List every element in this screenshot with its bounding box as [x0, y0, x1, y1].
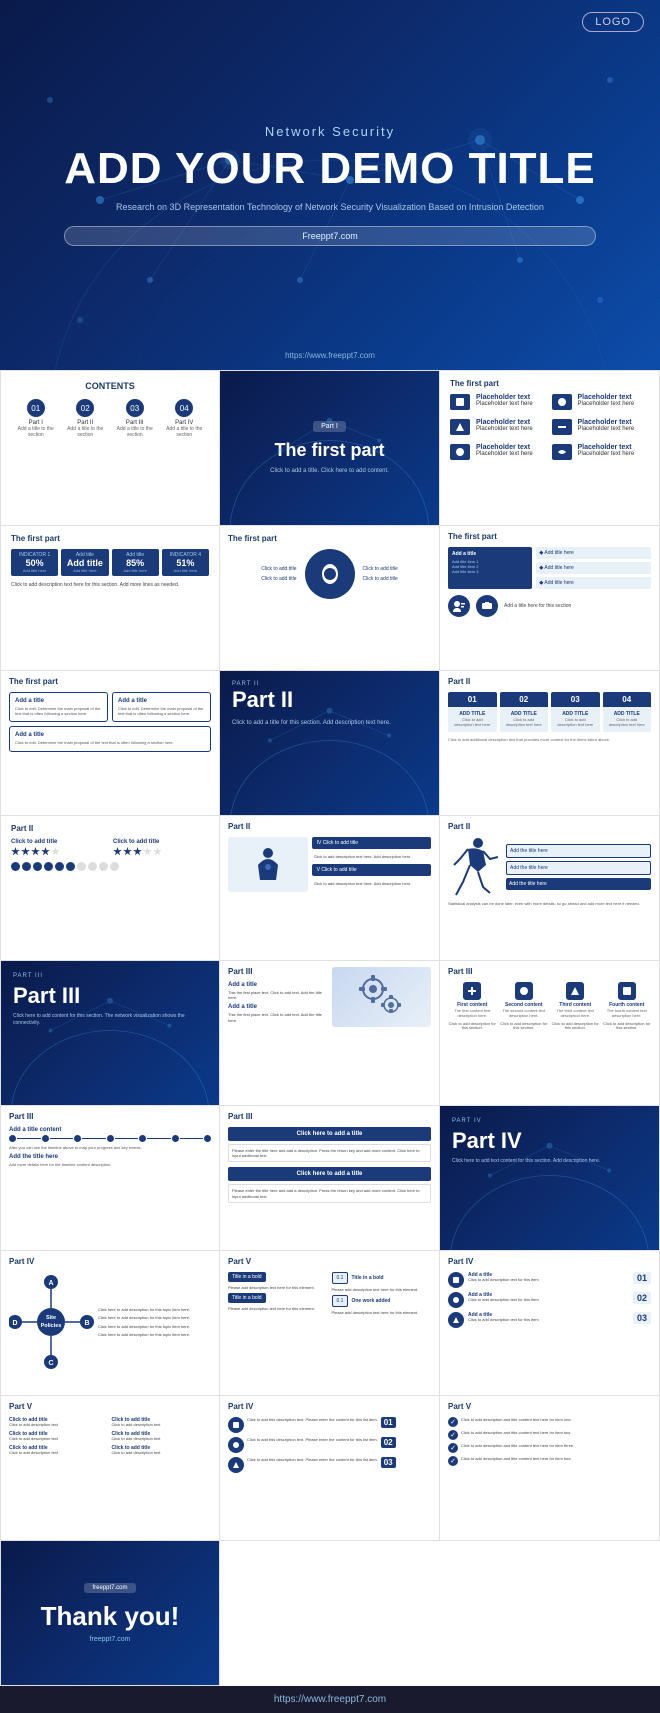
slide-title: Part V: [448, 1402, 651, 1411]
list-item: Click to add title Click to add descript…: [112, 1445, 212, 1456]
footer-url: https://www.freeppt7.com: [274, 1694, 386, 1705]
slide-part5-iconnum: Part IV Click to add this description te…: [220, 1396, 440, 1541]
contents-item-2: 02 Part II Add a title to the section: [63, 399, 109, 438]
numbered-item: 01 ADD TITLE Click to add description te…: [448, 692, 497, 732]
slide-part3-timeline: Part III Add a title content: [0, 1106, 220, 1251]
thankyou-content: freeppt7.com Thank you! freeppt7.com: [1, 1541, 219, 1685]
slide-title: The first part: [448, 532, 651, 541]
hero-badge: Freeppt7.com: [64, 226, 596, 246]
footer-bar: https://www.freeppt7.com: [0, 1686, 660, 1713]
slide-part4-dark: Part IV Part IV Click here to add text c…: [440, 1106, 660, 1251]
thankyou-badge: freeppt7.com: [84, 1583, 135, 1593]
slide-title: Part III: [228, 967, 328, 976]
slide-part4-mindmap: Part IV Site Policies A B: [0, 1251, 220, 1396]
svg-text:Site: Site: [46, 1315, 56, 1321]
logo-badge: LOGO: [582, 12, 644, 32]
slide-stat-bars: The first part INDICATOR 1 50% Add title…: [0, 526, 220, 671]
slide-part4-list: Part V Title in a bold Please add descri…: [220, 1251, 440, 1396]
list-item: Placeholder textPlaceholder text here: [552, 444, 650, 460]
slide-part3-dark: Part III Part III Click here to add cont…: [0, 961, 220, 1106]
slide-title: The first part: [9, 677, 211, 686]
svg-text:D: D: [12, 1320, 17, 1327]
slide-part2-img: Part II IV Click to add title: [220, 816, 440, 961]
slide-part3-4col: Part III First content The first content…: [440, 961, 660, 1106]
slide-title: Part IV: [448, 1257, 651, 1266]
slide-title: Part III: [9, 1112, 211, 1121]
contents-item-3: 03 Part III Add a title to the section: [112, 399, 158, 438]
thankyou-sub: freeppt7.com: [90, 1636, 131, 1643]
slide-part5-list: Part V Click to add title Click to add d…: [0, 1396, 220, 1541]
slide-first-part-img: The first part Add a title Add title ite…: [440, 526, 660, 671]
slide-part4-iconlist: Part IV Add a title Click to add descrip…: [440, 1251, 660, 1396]
svg-text:Policies: Policies: [41, 1323, 62, 1329]
contents-item-4: 04 Part IV Add a title to the section: [162, 399, 208, 438]
list-item: Click to add title Click to add descript…: [9, 1417, 109, 1428]
list-item: Placeholder textPlaceholder text here: [552, 419, 650, 435]
list-item: Click to add title Click to add descript…: [9, 1431, 109, 1442]
slide-title: Part IV: [9, 1257, 211, 1266]
slide-contents: CONTENTS 01 Part I Add a title to the se…: [0, 371, 220, 526]
part3-item: First content The first content text des…: [448, 982, 497, 1019]
slide-title: The first part: [11, 534, 209, 543]
slide-first-part-list: The first part Placeholder textPlacehold…: [440, 371, 660, 526]
list-item: Placeholder textPlaceholder text here: [450, 444, 548, 460]
slide-part2-runner: Part II Add the title here Add the title…: [440, 816, 660, 961]
slide-part2-numbered: Part II 01 ADD TITLE Click to add descri…: [440, 671, 660, 816]
slide-title: Part III: [448, 967, 651, 976]
contents-grid: 01 Part I Add a title to the section 02 …: [13, 399, 207, 438]
slide-title: Part II: [448, 822, 651, 831]
svg-text:B: B: [84, 1320, 89, 1327]
list-item: Click to add title Click to add descript…: [9, 1445, 109, 1456]
list-item: Click to add title Click to add descript…: [112, 1417, 212, 1428]
thankyou-title: Thank you!: [41, 1601, 180, 1632]
hero-description: Research on 3D Representation Technology…: [64, 201, 596, 215]
numbered-item: 03 ADD TITLE Click to add description te…: [551, 692, 600, 732]
slide-title: The first part: [228, 534, 431, 543]
slide-title: Part II: [11, 824, 209, 833]
hero-title: ADD YOUR DEMO TITLE: [64, 145, 596, 193]
list-item: Placeholder textPlaceholder text here: [450, 419, 548, 435]
hero-subtitle: Network Security: [64, 124, 596, 139]
part3-item: Third content The third content text des…: [551, 982, 600, 1019]
slide-title: Part V: [9, 1402, 211, 1411]
slide-part2-dark: Part II Part II Click to add a title for…: [220, 671, 440, 816]
slide-part2-progress: Part II Click to add title: [0, 816, 220, 961]
svg-text:A: A: [48, 1280, 53, 1287]
slide-thankyou: freeppt7.com Thank you! freeppt7.com: [0, 1541, 220, 1686]
slide-first-part-circles: The first part Click to add title Click …: [220, 526, 440, 671]
slide-title: Part V: [228, 1257, 431, 1266]
contents-item-1: 01 Part I Add a title to the section: [13, 399, 59, 438]
slide-part5-check: Part V ✓ Click to add description and ti…: [440, 1396, 660, 1541]
slides-grid: CONTENTS 01 Part I Add a title to the se…: [0, 370, 660, 1686]
slide-title: Part III: [228, 1112, 431, 1121]
slide-first-part-boxes: The first part Add a title Click to edit…: [0, 671, 220, 816]
slide-title: Part II: [448, 677, 651, 686]
list-item: Click to add title Click to add descript…: [112, 1431, 212, 1442]
hero-slide: LOGO Network Security ADD YOUR DEMO TITL…: [0, 0, 660, 370]
part3-item: Second content The second content text d…: [500, 982, 549, 1019]
list-item: Placeholder textPlaceholder text here: [552, 394, 650, 410]
part3-item: Fourth content The fourth content text d…: [603, 982, 652, 1019]
slide-title: CONTENTS: [13, 381, 207, 391]
slide-title: Part II: [228, 822, 431, 831]
hero-url: https://www.freeppt7.com: [285, 351, 375, 360]
slide-part3-text: Part III Add a title This the first plac…: [220, 961, 440, 1106]
hero-content: Network Security ADD YOUR DEMO TITLE Res…: [64, 124, 596, 247]
list-item: Placeholder textPlaceholder text here: [450, 394, 548, 410]
slide-title: Part IV: [228, 1402, 431, 1411]
numbered-item: 02 ADD TITLE Click to add description te…: [500, 692, 549, 732]
slide-title: The first part: [450, 379, 649, 388]
slide-first-part-dark: Part I The first part Click to add a tit…: [220, 371, 440, 526]
slide-part3-clickboxes: Part III Click here to add a title Pleas…: [220, 1106, 440, 1251]
numbered-item: 04 ADD TITLE Click to add description te…: [603, 692, 652, 732]
svg-text:C: C: [48, 1360, 53, 1367]
